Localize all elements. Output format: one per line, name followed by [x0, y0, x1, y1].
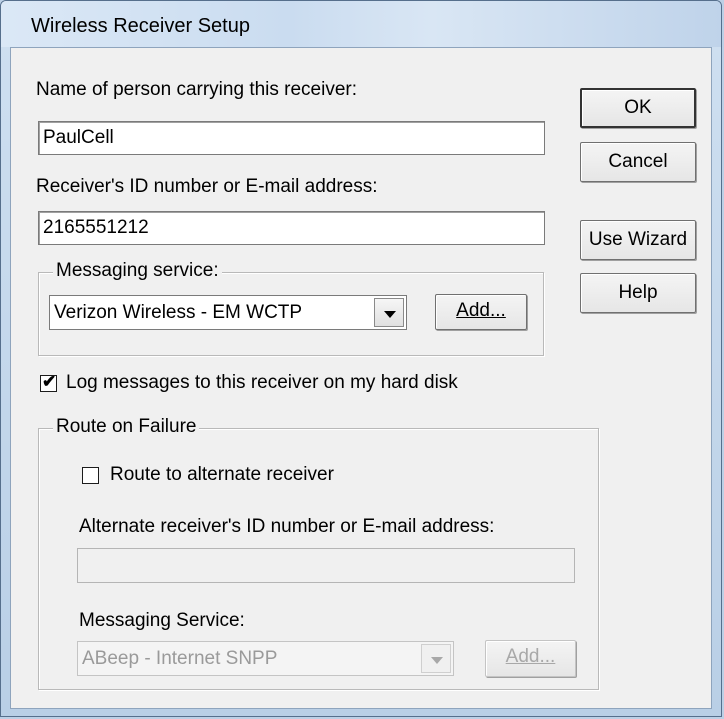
name-input[interactable]: PaulCell	[38, 121, 545, 155]
help-button[interactable]: Help	[580, 273, 696, 313]
alternate-add-button[interactable]: Add...	[485, 640, 576, 677]
alternate-id-label: Alternate receiver's ID number or E-mail…	[79, 516, 495, 537]
dialog-window: Wireless Receiver Setup Name of person c…	[0, 0, 722, 717]
route-alternate-checkbox[interactable]	[82, 467, 99, 484]
messaging-service-caption: Messaging service:	[53, 260, 222, 282]
window-title: Wireless Receiver Setup	[31, 15, 250, 37]
check-icon: ✔	[42, 372, 57, 391]
messaging-add-label: Add...	[456, 300, 506, 321]
alternate-service-dropdown[interactable]: ABeep - Internet SNPP	[77, 641, 454, 676]
use-wizard-button[interactable]: Use Wizard	[580, 220, 696, 260]
route-alternate-label: Route to alternate receiver	[110, 464, 334, 485]
alternate-add-label: Add...	[505, 646, 556, 667]
cancel-button[interactable]: Cancel	[580, 142, 696, 182]
log-messages-checkbox[interactable]: ✔	[40, 372, 57, 392]
name-label: Name of person carrying this receiver:	[36, 79, 358, 100]
help-label: Help	[618, 282, 658, 303]
chevron-down-icon[interactable]	[374, 298, 404, 327]
chevron-down-icon[interactable]	[421, 644, 451, 673]
alternate-service-selected: ABeep - Internet SNPP	[82, 648, 278, 669]
receiver-id-input[interactable]: 2165551212	[38, 211, 545, 245]
dialog-client-area: Name of person carrying this receiver: P…	[10, 47, 712, 709]
ok-label: OK	[624, 97, 652, 118]
messaging-service-label-2: Messaging Service:	[79, 610, 245, 631]
use-wizard-label: Use Wizard	[588, 229, 688, 250]
title-bar[interactable]: Wireless Receiver Setup	[1, 1, 721, 47]
messaging-service-dropdown[interactable]: Verizon Wireless - EM WCTP	[49, 295, 407, 330]
receiver-id-label: Receiver's ID number or E-mail address:	[36, 176, 378, 197]
alternate-id-input[interactable]	[77, 548, 575, 583]
ok-button[interactable]: OK	[580, 88, 696, 128]
messaging-service-selected: Verizon Wireless - EM WCTP	[54, 302, 303, 323]
route-on-failure-caption: Route on Failure	[53, 416, 200, 438]
messaging-add-button[interactable]: Add...	[435, 294, 527, 330]
log-messages-label: Log messages to this receiver on my hard…	[66, 372, 458, 393]
cancel-label: Cancel	[608, 151, 668, 172]
